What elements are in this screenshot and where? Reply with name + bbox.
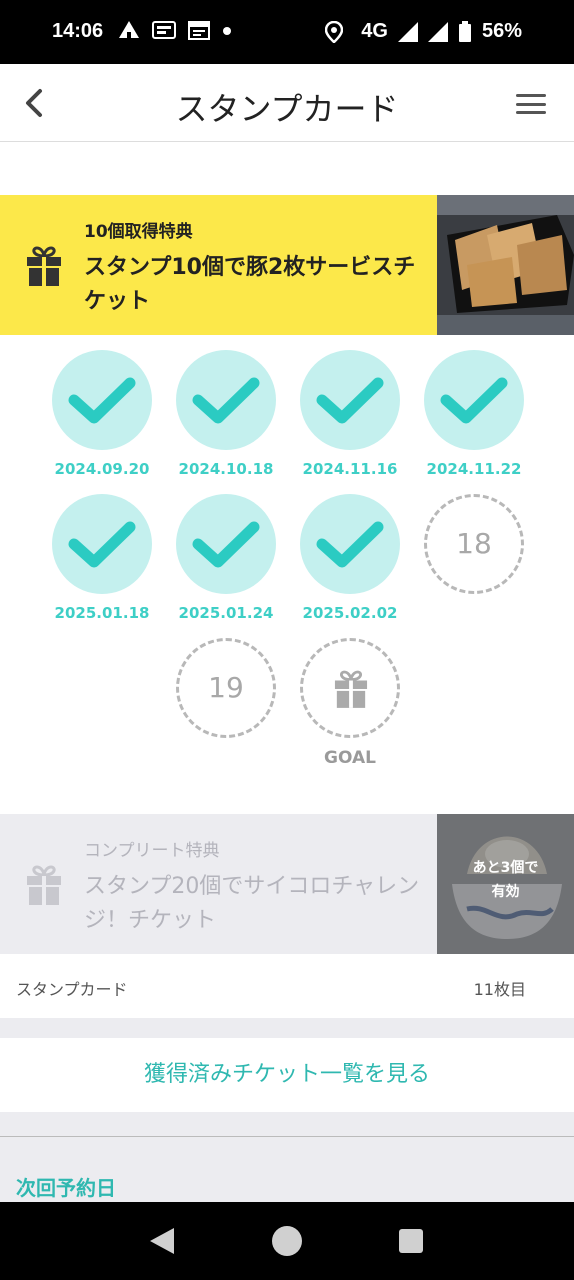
tent-icon bbox=[119, 21, 139, 38]
stamp-date-2: 2024.10.18 bbox=[178, 460, 274, 478]
reward-complete-image: あと3個で 有効 bbox=[437, 814, 574, 954]
stamp-slot-19: 19 bbox=[176, 638, 276, 738]
gift-icon bbox=[334, 670, 368, 708]
stamp-date-7: 2025.02.02 bbox=[302, 604, 398, 622]
divider bbox=[0, 1136, 574, 1137]
stamp-slot-2 bbox=[176, 350, 276, 450]
checkmark-icon bbox=[68, 377, 136, 424]
manga-up-icon bbox=[152, 21, 176, 39]
network-type: 4G bbox=[361, 20, 388, 42]
stamp-number: 19 bbox=[208, 671, 244, 704]
reward-complete-banner: コンプリート特典 スタンプ20個でサイコロチャレンジ！チケット あと3個で 有効 bbox=[0, 814, 574, 954]
reward-complete-label: コンプリート特典 bbox=[84, 841, 220, 861]
stamp-slot-4 bbox=[424, 350, 524, 450]
signal-icon bbox=[397, 21, 418, 42]
stamp-slot-3 bbox=[300, 350, 400, 450]
card-footer: スタンプカード 11枚目 bbox=[0, 954, 574, 1018]
card-footer-label: スタンプカード bbox=[16, 980, 128, 999]
goal-label: GOAL bbox=[324, 748, 376, 768]
gift-icon bbox=[27, 246, 61, 286]
battery-level: 56% bbox=[481, 20, 522, 42]
app-header: スタンプカード bbox=[0, 64, 574, 142]
remaining-badge: あと3個で 有効 bbox=[472, 860, 539, 900]
reward-10-banner: 10個取得特典 スタンプ10個で豚2枚サービスチケット bbox=[0, 195, 574, 335]
system-nav-bar bbox=[0, 1202, 574, 1280]
card-count: 11枚目 bbox=[473, 980, 526, 999]
signal-icon bbox=[427, 21, 448, 42]
stamp-date-3: 2024.11.16 bbox=[302, 460, 398, 478]
stamp-date-4: 2024.11.22 bbox=[426, 460, 522, 478]
view-tickets-button[interactable]: 獲得済みチケット一覧を見る bbox=[0, 1038, 574, 1112]
menu-button[interactable] bbox=[516, 94, 546, 114]
battery-icon bbox=[458, 20, 471, 42]
checkmark-icon bbox=[68, 521, 136, 568]
location-icon bbox=[325, 20, 344, 43]
stamp-slot-18: 18 bbox=[424, 494, 524, 594]
nav-recents-icon[interactable] bbox=[399, 1229, 423, 1253]
checkmark-icon bbox=[192, 521, 260, 568]
reward-complete-title: スタンプ20個でサイコロチャレンジ！チケット bbox=[84, 874, 420, 933]
gift-icon bbox=[27, 865, 61, 905]
checkmark-icon bbox=[316, 377, 384, 424]
stamp-date-1: 2024.09.20 bbox=[54, 460, 150, 478]
status-bar: 14:06 4G 56% bbox=[0, 0, 574, 64]
status-time: 14:06 bbox=[52, 20, 104, 42]
stamp-slot-goal bbox=[300, 638, 400, 738]
hamburger-menu-icon bbox=[516, 94, 546, 97]
checkmark-icon bbox=[316, 521, 384, 568]
stamp-date-5: 2025.01.18 bbox=[54, 604, 150, 622]
next-reservation-label: 次回予約日 bbox=[16, 1176, 116, 1200]
dot-icon bbox=[223, 27, 231, 35]
stamp-slot-1 bbox=[52, 350, 152, 450]
stamp-number: 18 bbox=[456, 527, 492, 560]
status-system-icons: 4G 56% bbox=[325, 20, 522, 43]
reward-10-title: スタンプ10個で豚2枚サービスチケット bbox=[84, 255, 416, 314]
stamp-slot-5 bbox=[52, 494, 152, 594]
reward-10-image bbox=[437, 195, 574, 335]
reward-10-label: 10個取得特典 bbox=[84, 222, 193, 242]
status-notification-icons bbox=[118, 20, 232, 40]
stamp-slot-6 bbox=[176, 494, 276, 594]
page-title: スタンプカード bbox=[175, 90, 399, 128]
nav-home-icon[interactable] bbox=[272, 1226, 302, 1256]
main-content[interactable]: 10個取得特典 スタンプ10個で豚2枚サービスチケット 2024.09.20 2… bbox=[0, 142, 574, 1202]
stamp-card: 10個取得特典 スタンプ10個で豚2枚サービスチケット 2024.09.20 2… bbox=[0, 142, 574, 1018]
nav-back-icon[interactable] bbox=[150, 1228, 174, 1254]
checkmark-icon bbox=[192, 377, 260, 424]
stamp-slot-7 bbox=[300, 494, 400, 594]
checkmark-icon bbox=[440, 377, 508, 424]
calendar-icon bbox=[188, 21, 210, 40]
stamp-date-6: 2025.01.24 bbox=[178, 604, 274, 622]
